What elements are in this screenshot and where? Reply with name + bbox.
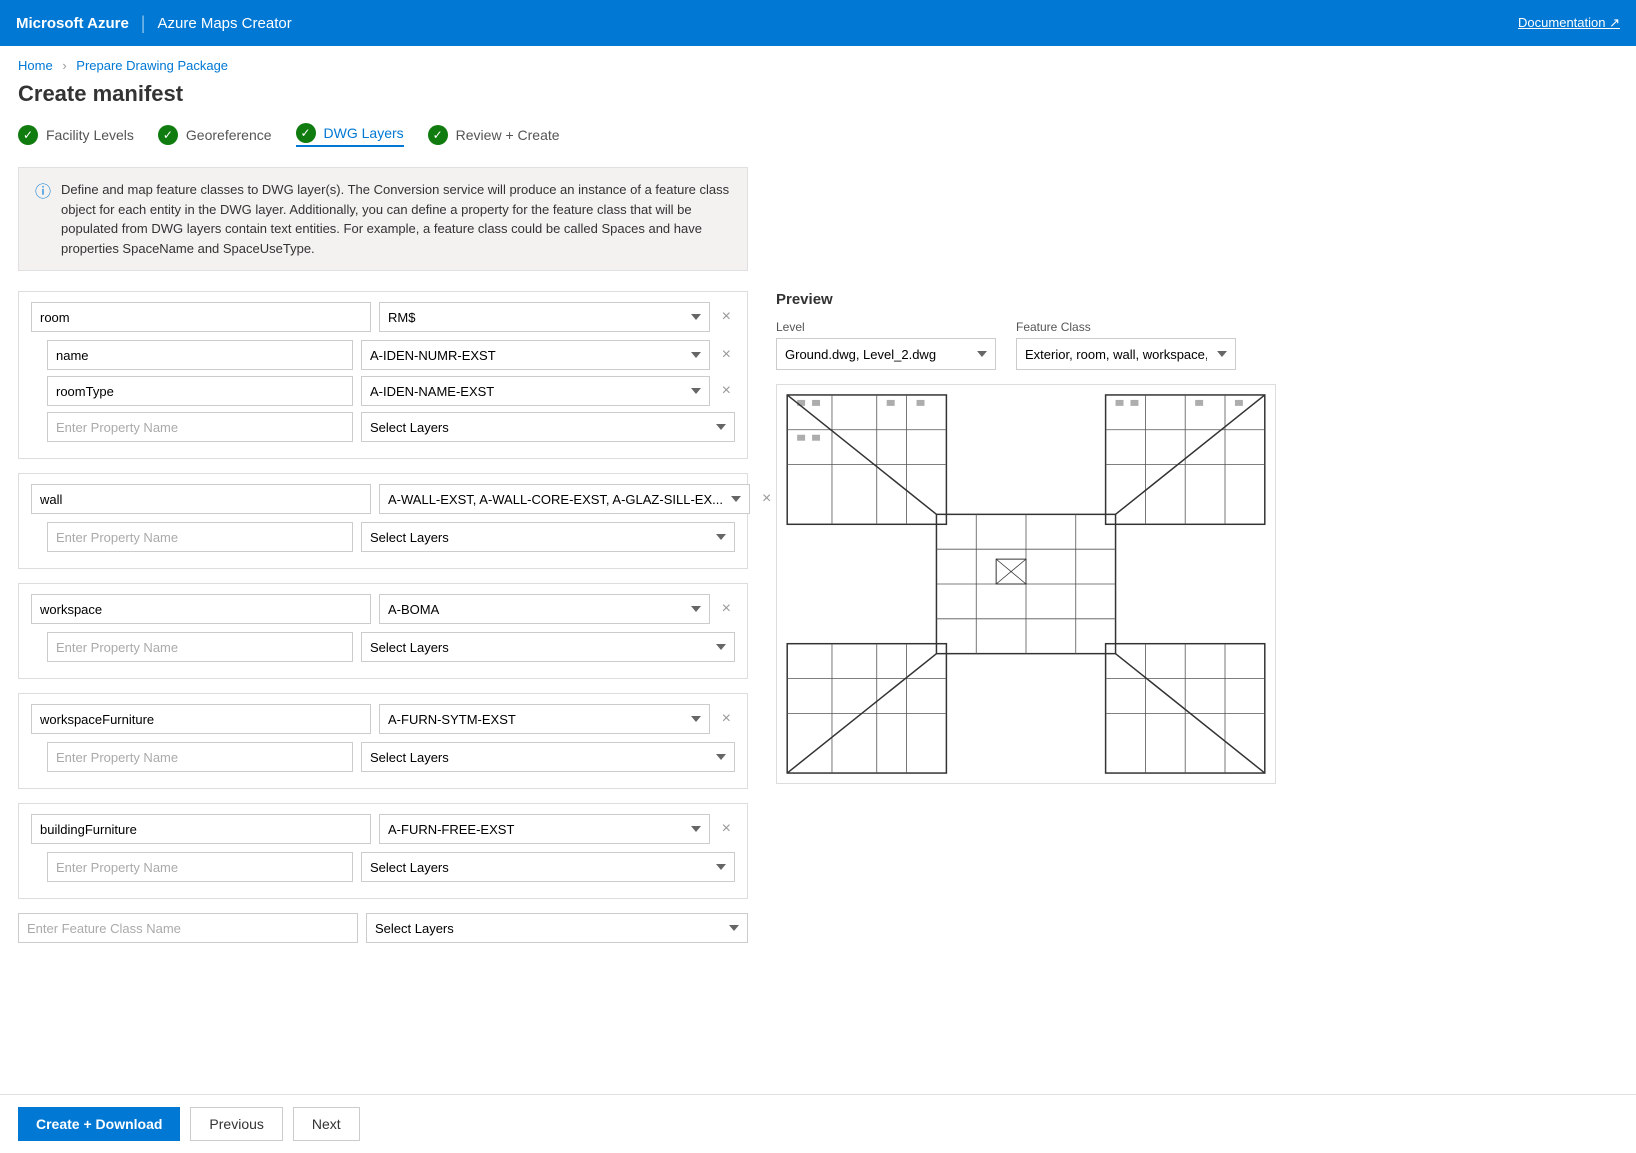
- prop-name-input-workspace-furniture-new[interactable]: [47, 742, 353, 772]
- fc-block-workspace: A-BOMA × Select Layers: [18, 583, 748, 679]
- prop-row-workspace-furniture-new: Select Layers: [31, 742, 735, 772]
- step-label-dwg-layers: DWG Layers: [324, 125, 404, 141]
- prop-layers-select-wall-new[interactable]: Select Layers: [361, 522, 735, 552]
- new-fc-layers-select[interactable]: Select Layers: [366, 913, 748, 943]
- prop-layers-select-building-furniture-new[interactable]: Select Layers: [361, 852, 735, 882]
- prop-row-room-name: A-IDEN-NUMR-EXST ×: [31, 340, 735, 370]
- step-icon-georeference: ✓: [158, 125, 178, 145]
- prop-name-input-room-roomtype[interactable]: [47, 376, 353, 406]
- breadcrumb-sep: ›: [62, 58, 66, 73]
- fc-layers-select-workspace-furniture[interactable]: A-FURN-SYTM-EXST: [379, 704, 710, 734]
- create-download-button[interactable]: Create + Download: [18, 1107, 180, 1141]
- prop-layers-select-room-new[interactable]: Select Layers: [361, 412, 735, 442]
- step-label-georeference: Georeference: [186, 127, 272, 143]
- step-icon-facility-levels: ✓: [18, 125, 38, 145]
- preview-title: Preview: [776, 291, 1618, 308]
- new-fc-row: Select Layers: [18, 913, 748, 943]
- prop-row-room-new: Select Layers: [31, 412, 735, 442]
- prop-close-room-name[interactable]: ×: [718, 346, 735, 364]
- prop-row-workspace-new: Select Layers: [31, 632, 735, 662]
- preview-selects: Level Ground.dwg, Level_2.dwg Feature Cl…: [776, 320, 1618, 370]
- info-text: Define and map feature classes to DWG la…: [61, 180, 731, 258]
- topbar-separator: |: [141, 13, 146, 34]
- fc-name-input-workspace-furniture[interactable]: [31, 704, 371, 734]
- fc-layers-select-wall[interactable]: A-WALL-EXST, A-WALL-CORE-EXST, A-GLAZ-SI…: [379, 484, 750, 514]
- step-label-facility-levels: Facility Levels: [46, 127, 134, 143]
- fc-block-wall: A-WALL-EXST, A-WALL-CORE-EXST, A-GLAZ-SI…: [18, 473, 748, 569]
- prop-name-input-room-name[interactable]: [47, 340, 353, 370]
- fc-layers-select-room[interactable]: RM$: [379, 302, 710, 332]
- breadcrumb-home[interactable]: Home: [18, 58, 53, 73]
- prop-row-building-furniture-new: Select Layers: [31, 852, 735, 882]
- fc-layers-select-building-furniture[interactable]: A-FURN-FREE-EXST: [379, 814, 710, 844]
- prop-row-room-roomtype: A-IDEN-NAME-EXST ×: [31, 376, 735, 406]
- prop-name-input-workspace-new[interactable]: [47, 632, 353, 662]
- prop-name-input-wall-new[interactable]: [47, 522, 353, 552]
- fc-block-building-furniture: A-FURN-FREE-EXST × Select Layers: [18, 803, 748, 899]
- fc-block-workspace-furniture: A-FURN-SYTM-EXST × Select Layers: [18, 693, 748, 789]
- fc-close-room[interactable]: ×: [718, 308, 735, 326]
- page-title: Create manifest: [0, 77, 1636, 123]
- step-icon-dwg-layers: ✓: [296, 123, 316, 143]
- step-facility-levels[interactable]: ✓ Facility Levels: [18, 125, 134, 145]
- info-box: ⓘ Define and map feature classes to DWG …: [18, 167, 748, 271]
- topbar-brand: Microsoft Azure: [16, 15, 129, 32]
- prop-close-room-roomtype[interactable]: ×: [718, 382, 735, 400]
- previous-button[interactable]: Previous: [190, 1107, 282, 1141]
- prop-layers-select-workspace-new[interactable]: Select Layers: [361, 632, 735, 662]
- bottom-bar: Create + Download Previous Next: [0, 1094, 1636, 1153]
- preview-fc-label: Feature Class: [1016, 320, 1236, 334]
- step-georeference[interactable]: ✓ Georeference: [158, 125, 272, 145]
- floor-plan-preview: [776, 384, 1276, 784]
- left-panel: RM$ × A-IDEN-NUMR-EXST × A-IDEN-NAME-EXS…: [18, 291, 748, 943]
- breadcrumb: Home › Prepare Drawing Package: [0, 46, 1636, 77]
- info-icon: ⓘ: [35, 181, 51, 258]
- prop-name-input-room-new[interactable]: [47, 412, 353, 442]
- step-label-review-create: Review + Create: [456, 127, 560, 143]
- step-review-create[interactable]: ✓ Review + Create: [428, 125, 560, 145]
- fc-block-room: RM$ × A-IDEN-NUMR-EXST × A-IDEN-NAME-EXS…: [18, 291, 748, 459]
- step-icon-review-create: ✓: [428, 125, 448, 145]
- fc-name-input-wall[interactable]: [31, 484, 371, 514]
- preview-fc-field: Feature Class Exterior, room, wall, work…: [1016, 320, 1236, 370]
- preview-level-label: Level: [776, 320, 996, 334]
- preview-level-select[interactable]: Ground.dwg, Level_2.dwg: [776, 338, 996, 370]
- next-button[interactable]: Next: [293, 1107, 360, 1141]
- steps-nav: ✓ Facility Levels ✓ Georeference ✓ DWG L…: [0, 123, 1636, 167]
- fc-layers-select-workspace[interactable]: A-BOMA: [379, 594, 710, 624]
- documentation-link[interactable]: Documentation ↗: [1518, 15, 1620, 31]
- prop-layers-select-room-roomtype[interactable]: A-IDEN-NAME-EXST: [361, 376, 710, 406]
- prop-name-input-building-furniture-new[interactable]: [47, 852, 353, 882]
- fc-close-building-furniture[interactable]: ×: [718, 820, 735, 838]
- fc-name-input-room[interactable]: [31, 302, 371, 332]
- fc-close-workspace[interactable]: ×: [718, 600, 735, 618]
- fc-name-input-building-furniture[interactable]: [31, 814, 371, 844]
- prop-row-wall-new: Select Layers: [31, 522, 735, 552]
- preview-level-field: Level Ground.dwg, Level_2.dwg: [776, 320, 996, 370]
- preview-fc-select[interactable]: Exterior, room, wall, workspace, wor...: [1016, 338, 1236, 370]
- new-fc-name-input[interactable]: [18, 913, 358, 943]
- right-panel: Preview Level Ground.dwg, Level_2.dwg Fe…: [748, 291, 1618, 943]
- prop-layers-select-room-name[interactable]: A-IDEN-NUMR-EXST: [361, 340, 710, 370]
- breadcrumb-parent[interactable]: Prepare Drawing Package: [76, 58, 228, 73]
- step-dwg-layers[interactable]: ✓ DWG Layers: [296, 123, 404, 147]
- prop-layers-select-workspace-furniture-new[interactable]: Select Layers: [361, 742, 735, 772]
- topbar: Microsoft Azure | Azure Maps Creator Doc…: [0, 0, 1636, 46]
- fc-close-workspace-furniture[interactable]: ×: [718, 710, 735, 728]
- fc-name-input-workspace[interactable]: [31, 594, 371, 624]
- topbar-app: Azure Maps Creator: [157, 15, 291, 32]
